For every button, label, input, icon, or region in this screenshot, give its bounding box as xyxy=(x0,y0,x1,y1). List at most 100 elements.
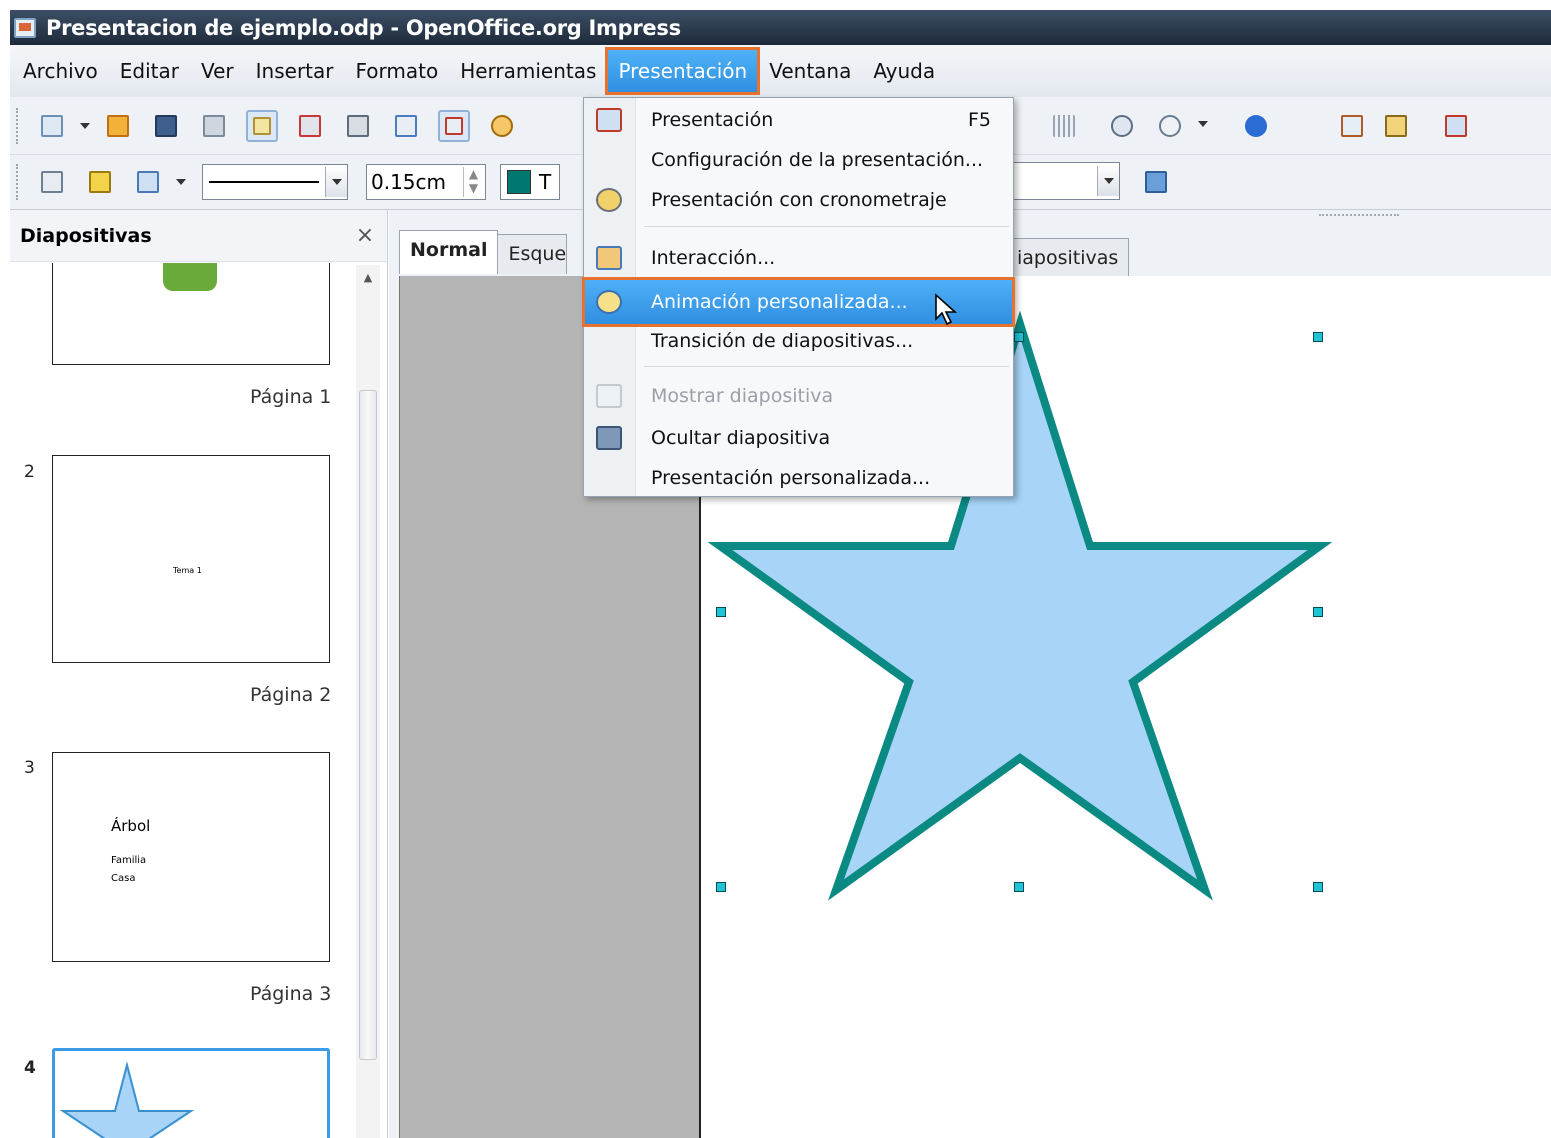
spellcheck-icon xyxy=(395,114,417,137)
pane-grip[interactable] xyxy=(1319,214,1399,220)
toolbar-grip[interactable] xyxy=(16,107,20,144)
selection-handle[interactable] xyxy=(1014,882,1024,892)
slideshow-icon xyxy=(1445,114,1467,137)
print-button[interactable] xyxy=(342,110,374,142)
menu-item-presentacion[interactable]: Presentación F5 xyxy=(584,100,1013,140)
chevron-down-icon xyxy=(331,179,342,185)
slide-thumbnail-2[interactable]: Tema 1 xyxy=(52,455,330,663)
line-color-select[interactable]: T xyxy=(500,164,560,200)
autospellcheck-icon xyxy=(445,116,463,135)
scroll-thumb[interactable] xyxy=(359,390,377,1060)
shadow-button[interactable] xyxy=(1140,166,1172,198)
menu-editar[interactable]: Editar xyxy=(109,49,190,93)
menu-ver[interactable]: Ver xyxy=(190,49,245,93)
line-style-sample xyxy=(209,181,319,183)
tab-outline[interactable]: Esquer xyxy=(497,234,568,274)
menu-item-presentacion-personalizada[interactable]: Presentación personalizada... xyxy=(584,458,1013,498)
presentacion-menu: Presentación F5 Configuración de la pres… xyxy=(582,97,1015,498)
tab-normal[interactable]: Normal xyxy=(399,230,499,274)
edit-mode-button[interactable] xyxy=(246,109,278,142)
scroll-up-icon[interactable]: ▲ xyxy=(360,271,376,287)
slide-number-3: 3 xyxy=(24,758,35,778)
line-style-select[interactable] xyxy=(202,164,348,200)
menu-ventana[interactable]: Ventana xyxy=(758,49,862,93)
menu-separator xyxy=(644,226,1009,227)
menu-item-interaccion[interactable]: Interacción... xyxy=(584,238,1013,278)
selection-handle[interactable] xyxy=(1014,332,1024,342)
navigator-compass-icon xyxy=(1111,114,1133,137)
menu-item-animacion-personalizada[interactable]: Animación personalizada... xyxy=(582,277,1015,327)
zoom-dropdown-icon[interactable] xyxy=(1198,121,1208,127)
edit-pencil-icon xyxy=(253,116,271,135)
help-button[interactable] xyxy=(1240,110,1272,142)
menu-item-label: Animación personalizada... xyxy=(651,291,908,313)
chevron-down-icon xyxy=(1103,178,1114,184)
styles-button[interactable] xyxy=(36,166,68,198)
email-button[interactable] xyxy=(198,110,230,142)
slide-thumbnail-1[interactable] xyxy=(52,263,330,365)
selection-handle[interactable] xyxy=(716,607,726,617)
zoom-magnifier-icon xyxy=(1159,114,1181,137)
menu-formato[interactable]: Formato xyxy=(344,49,449,93)
star-thumbnail xyxy=(59,1061,195,1138)
cut-button[interactable] xyxy=(486,110,518,142)
new-document-button[interactable] xyxy=(36,110,68,142)
slides-pane: Diapositivas × Página 1 2 Tema 1 Página … xyxy=(10,210,388,1138)
selection-handle[interactable] xyxy=(1313,332,1323,342)
arrow-style-dropdown-icon[interactable] xyxy=(176,179,186,185)
slides-scrollbar[interactable]: ▲ xyxy=(356,265,380,1138)
menu-item-transicion[interactable]: Transición de diapositivas... xyxy=(584,321,1013,361)
navigator-button[interactable] xyxy=(1106,110,1138,142)
slides-pane-header: Diapositivas × xyxy=(10,210,387,262)
slideshow-icon xyxy=(596,108,622,132)
menu-separator xyxy=(644,366,1009,367)
tab-slide-sorter[interactable]: iapositivas xyxy=(1006,238,1130,276)
show-slide-icon xyxy=(596,384,622,408)
area-style-dropdown-button[interactable] xyxy=(1097,166,1119,196)
view-tabs: Normal Esquer xyxy=(399,230,568,274)
spellcheck-button[interactable] xyxy=(390,110,422,142)
export-pdf-button[interactable] xyxy=(294,110,326,142)
zoom-button[interactable] xyxy=(1154,110,1186,142)
slide-label-2: Página 2 xyxy=(250,684,332,706)
menu-item-configuracion[interactable]: Configuración de la presentación... xyxy=(584,140,1013,180)
selection-handle[interactable] xyxy=(1313,607,1323,617)
menu-ayuda[interactable]: Ayuda xyxy=(862,49,946,93)
menu-archivo[interactable]: Archivo xyxy=(12,49,109,93)
menu-item-label: Presentación xyxy=(651,109,774,131)
custom-animation-icon xyxy=(596,290,622,314)
menu-herramientas[interactable]: Herramientas xyxy=(449,49,607,93)
line-style-dropdown-button[interactable] xyxy=(325,167,347,197)
printer-icon xyxy=(347,114,369,137)
hide-slide-icon xyxy=(596,426,622,450)
open-button[interactable] xyxy=(102,110,134,142)
new-dropdown-icon[interactable] xyxy=(80,122,90,129)
slideshow-button[interactable] xyxy=(1440,110,1472,142)
menu-insertar[interactable]: Insertar xyxy=(245,49,345,93)
close-icon[interactable]: × xyxy=(353,223,377,248)
save-button[interactable] xyxy=(150,110,182,142)
selection-handle[interactable] xyxy=(716,882,726,892)
autospellcheck-button[interactable] xyxy=(438,109,470,142)
slide-thumbnail-4[interactable] xyxy=(52,1048,330,1138)
selection-handle[interactable] xyxy=(1313,882,1323,892)
menu-item-ocultar-diapositiva[interactable]: Ocultar diapositiva xyxy=(584,418,1013,458)
line-width-input[interactable]: 0.15cm ▲ ▼ xyxy=(366,164,486,200)
menu-item-cronometraje[interactable]: Presentación con cronometraje xyxy=(584,180,1013,220)
shortcut-label: F5 xyxy=(967,109,991,131)
help-question-icon xyxy=(1245,114,1267,137)
grid-button[interactable] xyxy=(1048,110,1080,142)
slide-layout-button[interactable] xyxy=(1380,110,1412,142)
line-button[interactable] xyxy=(84,166,116,198)
slide-thumbnail-3[interactable]: Árbol Familia Casa xyxy=(52,752,330,962)
grid-icon xyxy=(1053,114,1075,137)
menu-presentacion[interactable]: Presentación xyxy=(605,47,761,95)
area-style-select[interactable] xyxy=(1010,162,1120,200)
toolbar-grip[interactable] xyxy=(16,164,20,200)
scissors-icon xyxy=(491,114,513,137)
timer-icon xyxy=(596,188,622,212)
title-bar: Presentacion de ejemplo.odp - OpenOffice… xyxy=(10,10,1551,45)
arrow-style-button[interactable] xyxy=(132,166,164,198)
line-width-spinner[interactable]: ▲ ▼ xyxy=(463,167,483,197)
slide-button[interactable] xyxy=(1336,110,1368,142)
